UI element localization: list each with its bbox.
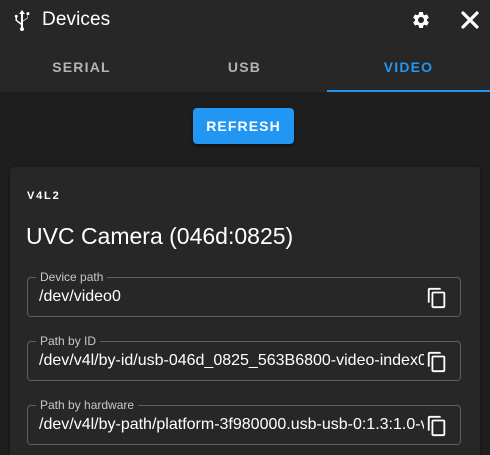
active-tab-indicator <box>327 90 490 92</box>
refresh-button[interactable]: REFRESH <box>193 108 294 144</box>
path-by-hardware-field: Path by hardware /dev/v4l/by-path/platfo… <box>27 398 461 445</box>
device-card: V4L2 UVC Camera (046d:0825) Device path … <box>10 167 480 455</box>
tab-usb[interactable]: USB <box>163 40 326 92</box>
path-by-id-field: Path by ID /dev/v4l/by-id/usb-046d_0825_… <box>27 334 461 381</box>
field-value[interactable]: /dev/v4l/by-path/platform-3f980000.usb-u… <box>39 415 424 435</box>
usb-icon <box>12 9 32 32</box>
device-name: UVC Camera (046d:0825) <box>26 223 294 249</box>
device-path-field: Device path /dev/video0 <box>27 270 461 317</box>
title-bar: Devices <box>0 0 490 40</box>
copy-icon[interactable] <box>426 414 448 438</box>
tab-bar: SERIAL USB VIDEO <box>0 40 490 92</box>
window-title: Devices <box>42 9 111 30</box>
field-label: Device path <box>36 270 108 284</box>
field-value[interactable]: /dev/video0 <box>39 287 424 307</box>
field-label: Path by ID <box>36 334 101 348</box>
close-icon[interactable] <box>460 10 480 30</box>
devices-window: Devices SERIAL USB VIDEO REFRESH V4L2 UV… <box>0 0 490 455</box>
copy-icon[interactable] <box>426 286 448 310</box>
field-value[interactable]: /dev/v4l/by-id/usb-046d_0825_563B6800-vi… <box>39 351 424 371</box>
field-label: Path by hardware <box>36 398 139 412</box>
tab-video[interactable]: VIDEO <box>327 40 490 92</box>
tab-serial[interactable]: SERIAL <box>0 40 163 92</box>
copy-icon[interactable] <box>426 350 448 374</box>
gear-icon[interactable] <box>411 10 431 30</box>
device-type-label: V4L2 <box>27 190 61 202</box>
